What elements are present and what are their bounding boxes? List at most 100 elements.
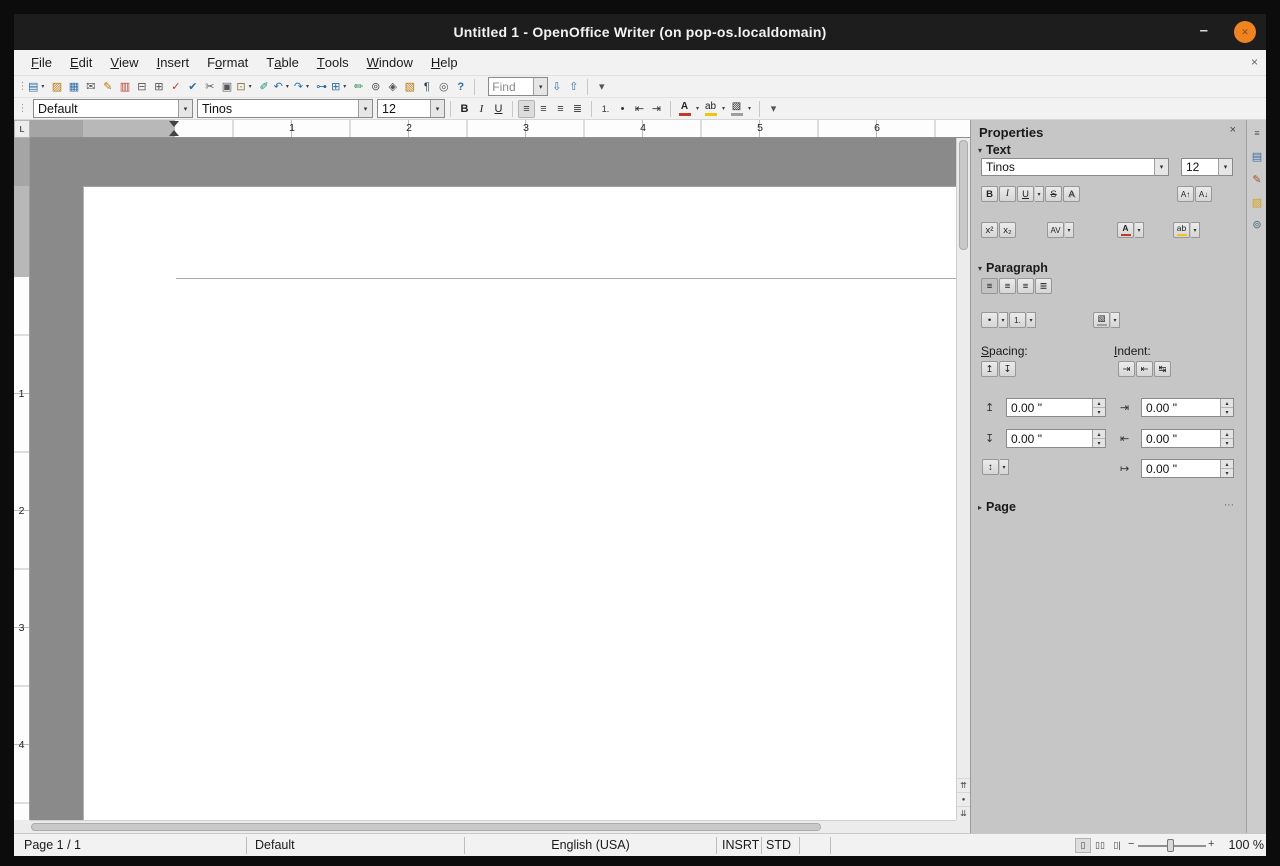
decrease-paragraph-spacing-button[interactable]: ↧ [999,361,1016,377]
format-paintbrush-icon[interactable]: ✐ [256,78,273,96]
paragraph-background-button[interactable]: ▧ [1093,312,1110,328]
indent-marker-top[interactable] [169,121,179,127]
bullets-button[interactable]: • [614,100,631,118]
open-icon[interactable]: ▨ [48,78,65,96]
highlighting-button[interactable]: ab [702,100,719,118]
sidebar-align-center-button[interactable]: ≡ [999,278,1016,294]
email-icon[interactable]: ✉ [82,78,99,96]
find-previous-button[interactable]: ⇧ [565,78,582,96]
paste-icon[interactable]: ⊡ ▾ [235,78,255,96]
document-page[interactable] [83,186,956,820]
gallery-tab-icon[interactable]: ▧ [1249,194,1265,210]
page-style-status[interactable]: Default [255,838,295,852]
tab-stop-selector[interactable]: L [14,120,30,138]
decrease-indent-button[interactable]: ⇤ [631,100,648,118]
horizontal-scrollbar[interactable] [30,820,956,833]
zoom-slider-handle[interactable] [1167,839,1174,852]
first-line-indent-field[interactable]: 0.00 " ▴ ▾ [1141,459,1234,478]
italic-button[interactable]: I [473,100,490,118]
strikethrough-button[interactable]: S [1045,186,1062,202]
numbering-dropdown-icon[interactable]: ▾ [1027,312,1036,328]
line-spacing-dropdown-icon[interactable]: ▾ [1000,459,1009,475]
toolbar-grip-icon[interactable]: ⋮ [18,81,28,92]
font-color-dropdown-icon[interactable]: ▾ [693,105,702,112]
minimize-button[interactable]: – [1200,22,1208,39]
navigation-button[interactable]: ● [957,792,970,806]
sidebar-decrease-indent-button[interactable]: ⇤ [1136,361,1153,377]
character-spacing-button[interactable]: AV [1047,222,1064,238]
redo-icon[interactable]: ↷ ▾ [293,78,313,96]
language-status[interactable]: English (USA) [465,838,716,852]
size-dropdown-icon[interactable]: ▾ [430,100,444,117]
page-number-status[interactable]: Page 1 / 1 [24,838,81,852]
underline-dropdown-icon[interactable]: ▾ [1035,186,1044,202]
menu-edit[interactable]: Edit [61,50,101,75]
sidebar-italic-button[interactable]: I [999,186,1016,202]
menu-file[interactable]: File [22,50,61,75]
zoom-percentage[interactable]: 100 % [1220,838,1264,852]
bold-button[interactable]: B [456,100,473,118]
sidebar-bold-button[interactable]: B [981,186,998,202]
subscript-button[interactable]: x₂ [999,222,1016,238]
sidebar-menu-icon[interactable]: ≡ [1249,125,1265,141]
above-paragraph-spacing-field[interactable]: 0.00 " ▴ ▾ [1006,398,1106,417]
menu-window[interactable]: Window [358,50,422,75]
shadow-button[interactable]: A [1063,186,1080,202]
superscript-button[interactable]: x² [981,222,998,238]
style-dropdown-icon[interactable]: ▾ [178,100,192,117]
next-page-button[interactable]: ⇊ [957,806,970,820]
draw-functions-icon[interactable]: ✏ [350,78,367,96]
character-spacing-dropdown-icon[interactable]: ▾ [1065,222,1074,238]
sidebar-numbering-button[interactable]: 1. [1009,312,1026,328]
menu-format[interactable]: Fo rmat [198,50,257,75]
page-preview-icon[interactable]: ⊞ [150,78,167,96]
highlighting-dropdown-icon[interactable]: ▾ [1191,222,1200,238]
menu-tools[interactable]: Tools [308,50,358,75]
undo-dropdown-icon[interactable]: ▾ [283,83,292,90]
align-justify-button[interactable]: ≣ [569,100,586,118]
menu-table[interactable]: Ta ble [257,50,308,75]
navigator-tab-icon[interactable]: ⊚ [1249,216,1265,232]
background-color-button[interactable]: ▧ [728,100,745,118]
sidebar-font-name-combo[interactable]: Tinos ▾ [981,158,1169,176]
background-dropdown-icon[interactable]: ▾ [745,105,754,112]
close-button[interactable]: ✕ [1234,21,1256,43]
table-dropdown-icon[interactable]: ▾ [340,83,349,90]
print-icon[interactable]: ⊟ [133,78,150,96]
zoom-slider[interactable] [1138,839,1206,852]
navigator-icon[interactable]: ◈ [384,78,401,96]
single-page-view-icon[interactable]: ▯ [1075,838,1091,853]
increase-indent-button[interactable]: ⇥ [648,100,665,118]
indent-marker-bottom[interactable] [169,130,179,136]
find-dropdown-icon[interactable]: ▾ [533,78,548,95]
new-dropdown-icon[interactable]: ▾ [38,83,47,90]
sidebar-bullets-button[interactable]: • [981,312,998,328]
selection-mode-status[interactable]: STD [766,838,791,852]
new-document-icon[interactable]: ▤ ▾ [27,78,48,96]
insert-table-icon[interactable]: ⊞ ▾ [330,78,350,96]
sidebar-size-dropdown-icon[interactable]: ▾ [1218,159,1232,175]
align-left-button[interactable]: ≡ [518,99,535,118]
paragraph-style-combo[interactable]: Default ▾ [33,99,193,118]
zoom-out-icon[interactable]: − [1128,838,1134,850]
hanging-indent-button[interactable]: ↹ [1154,361,1171,377]
vertical-scrollbar-thumb[interactable] [959,140,968,250]
spinner-buttons[interactable]: ▴ ▾ [1220,399,1233,416]
decrease-font-size-button[interactable]: A↓ [1195,186,1212,202]
styles-tab-icon[interactable]: ✎ [1249,171,1265,187]
sidebar-increase-indent-button[interactable]: ⇥ [1118,361,1135,377]
after-text-indent-field[interactable]: 0.00 " ▴ ▾ [1141,429,1234,448]
menu-view[interactable]: View [101,50,147,75]
text-section-header[interactable]: ▾ Text [978,143,1011,157]
find-combo[interactable]: ▾ [488,77,549,96]
toolbar-grip-icon[interactable]: ⋮ [18,103,28,114]
increase-font-size-button[interactable]: A↑ [1177,186,1194,202]
spinner-buttons[interactable]: ▴ ▾ [1092,399,1105,416]
zoom-icon[interactable]: ◎ [435,78,452,96]
zoom-in-icon[interactable]: + [1208,838,1214,850]
font-size-combo[interactable]: 12 ▾ [377,99,445,118]
find-input[interactable] [489,78,534,95]
sidebar-align-right-button[interactable]: ≡ [1017,278,1034,294]
below-paragraph-spacing-field[interactable]: 0.00 " ▴ ▾ [1006,429,1106,448]
auto-spellcheck-icon[interactable]: ✔ [184,78,201,96]
